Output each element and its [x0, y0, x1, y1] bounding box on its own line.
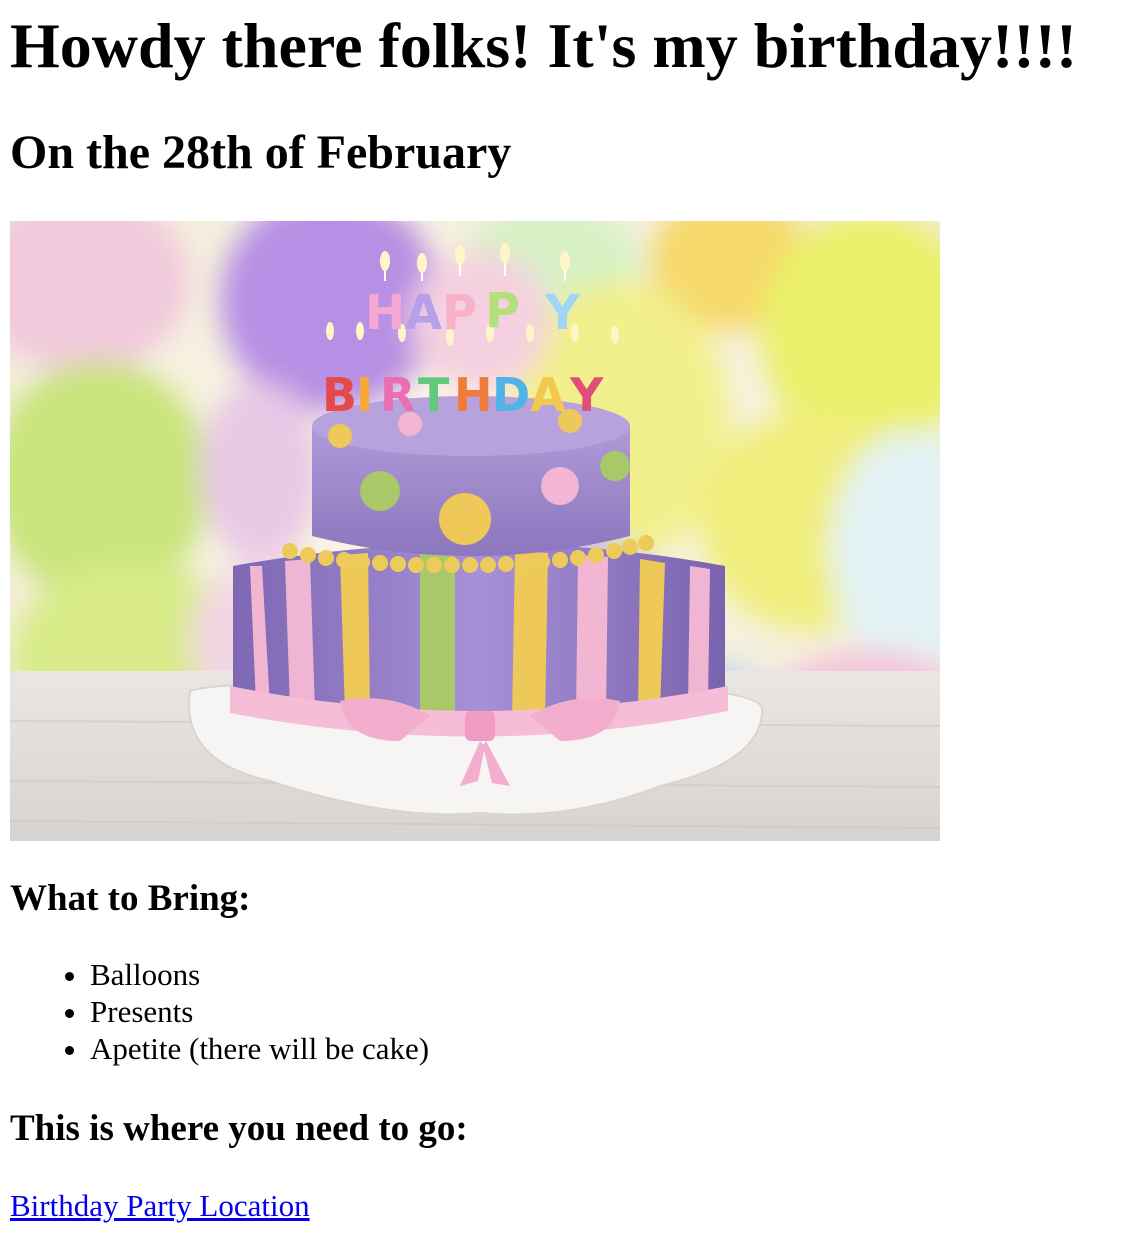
- svg-text:I: I: [356, 368, 373, 422]
- what-to-bring-heading: What to Bring:: [10, 878, 251, 919]
- svg-text:A: A: [405, 285, 442, 341]
- svg-text:H: H: [454, 368, 493, 422]
- svg-text:H: H: [365, 285, 405, 341]
- svg-text:A: A: [530, 368, 566, 422]
- svg-text:Y: Y: [569, 368, 604, 422]
- list-item: Presents: [90, 993, 429, 1030]
- svg-text:P: P: [442, 285, 477, 341]
- svg-text:Y: Y: [544, 285, 581, 341]
- bring-list: Balloons Presents Apetite (there will be…: [10, 956, 429, 1067]
- svg-text:T: T: [418, 368, 450, 422]
- list-item: Apetite (there will be cake): [90, 1030, 429, 1067]
- birthday-party-location-link[interactable]: Birthday Party Location: [10, 1186, 310, 1226]
- svg-text:P: P: [485, 283, 520, 339]
- page-title: Howdy there folks! It's my birthday!!!!: [10, 10, 1078, 81]
- svg-text:D: D: [492, 368, 530, 422]
- page-subtitle: On the 28th of February: [10, 126, 512, 179]
- svg-text:R: R: [380, 368, 415, 422]
- location-heading: This is where you need to go:: [10, 1108, 468, 1149]
- svg-text:B: B: [322, 368, 357, 422]
- birthday-cake-image: H A P P Y B I R T H D A Y: [10, 221, 940, 841]
- list-item: Balloons: [90, 956, 429, 993]
